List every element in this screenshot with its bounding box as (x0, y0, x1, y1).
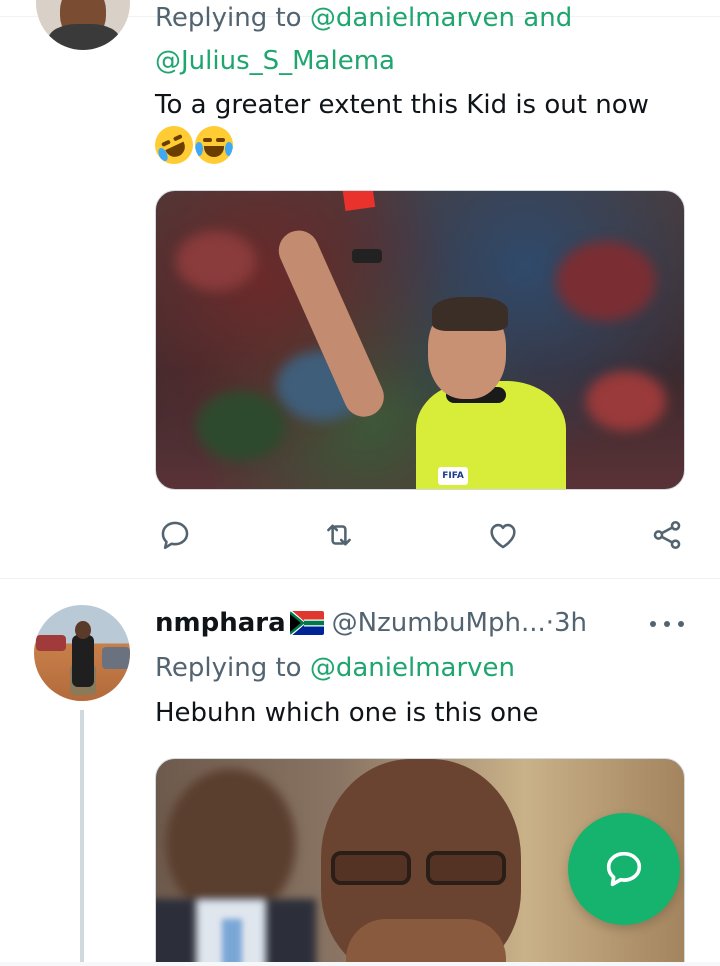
emoji-row (148, 119, 233, 171)
mention-link[interactable]: @danielmarven (310, 3, 515, 33)
tweet-timestamp[interactable]: 3h (554, 608, 587, 638)
replying-prefix: Replying to (155, 653, 310, 683)
mention-link[interactable]: @Julius_S_Malema (155, 46, 395, 76)
avatar[interactable] (36, 0, 130, 50)
user-handle[interactable]: @NzumbuMph... (332, 608, 546, 638)
replying-and: and (515, 3, 573, 33)
replying-to-line: Replying to @danielmarven (155, 653, 515, 683)
replying-to-line: Replying to @danielmarven and (155, 3, 572, 33)
share-button[interactable] (647, 515, 687, 555)
thread-line (80, 710, 84, 966)
avatar-shirt (48, 24, 120, 50)
like-button[interactable] (483, 515, 523, 555)
tweet-text: Hebuhn which one is this one (155, 698, 539, 728)
meta-separator: · (545, 608, 554, 638)
fifa-badge-text: FIFA (442, 471, 464, 481)
rofl-emoji-icon (148, 119, 200, 171)
referee-hair (432, 297, 508, 331)
reply-icon (161, 521, 189, 550)
tweet-header: nmphara @NzumbuMph... · 3h (155, 608, 587, 638)
retweet-icon (327, 524, 351, 546)
tweet-divider (0, 578, 720, 579)
tears-of-joy-emoji-icon (195, 126, 233, 164)
display-name[interactable]: nmphara (155, 608, 286, 638)
replying-prefix: Replying to (155, 3, 310, 33)
reply-button[interactable] (155, 515, 195, 555)
share-icon (653, 520, 681, 550)
like-icon (490, 523, 516, 549)
mention-link[interactable]: @danielmarven (310, 653, 515, 683)
fifa-badge: FIFA (438, 467, 468, 485)
avatar[interactable] (34, 605, 130, 701)
retweet-button[interactable] (319, 515, 359, 555)
red-card (342, 191, 376, 211)
bottom-divider (0, 962, 720, 966)
south-africa-flag-icon (289, 611, 324, 635)
replying-to-line-2: @Julius_S_Malema (155, 46, 395, 76)
compose-reply-icon (606, 851, 642, 887)
tweet-actions (155, 515, 695, 555)
tweet-text: To a greater extent this Kid is out now (155, 90, 649, 120)
more-options-icon[interactable] (650, 612, 684, 636)
compose-reply-button[interactable] (568, 813, 680, 925)
referee-watch (352, 249, 382, 263)
tweet-image[interactable]: FIFA (155, 190, 685, 490)
